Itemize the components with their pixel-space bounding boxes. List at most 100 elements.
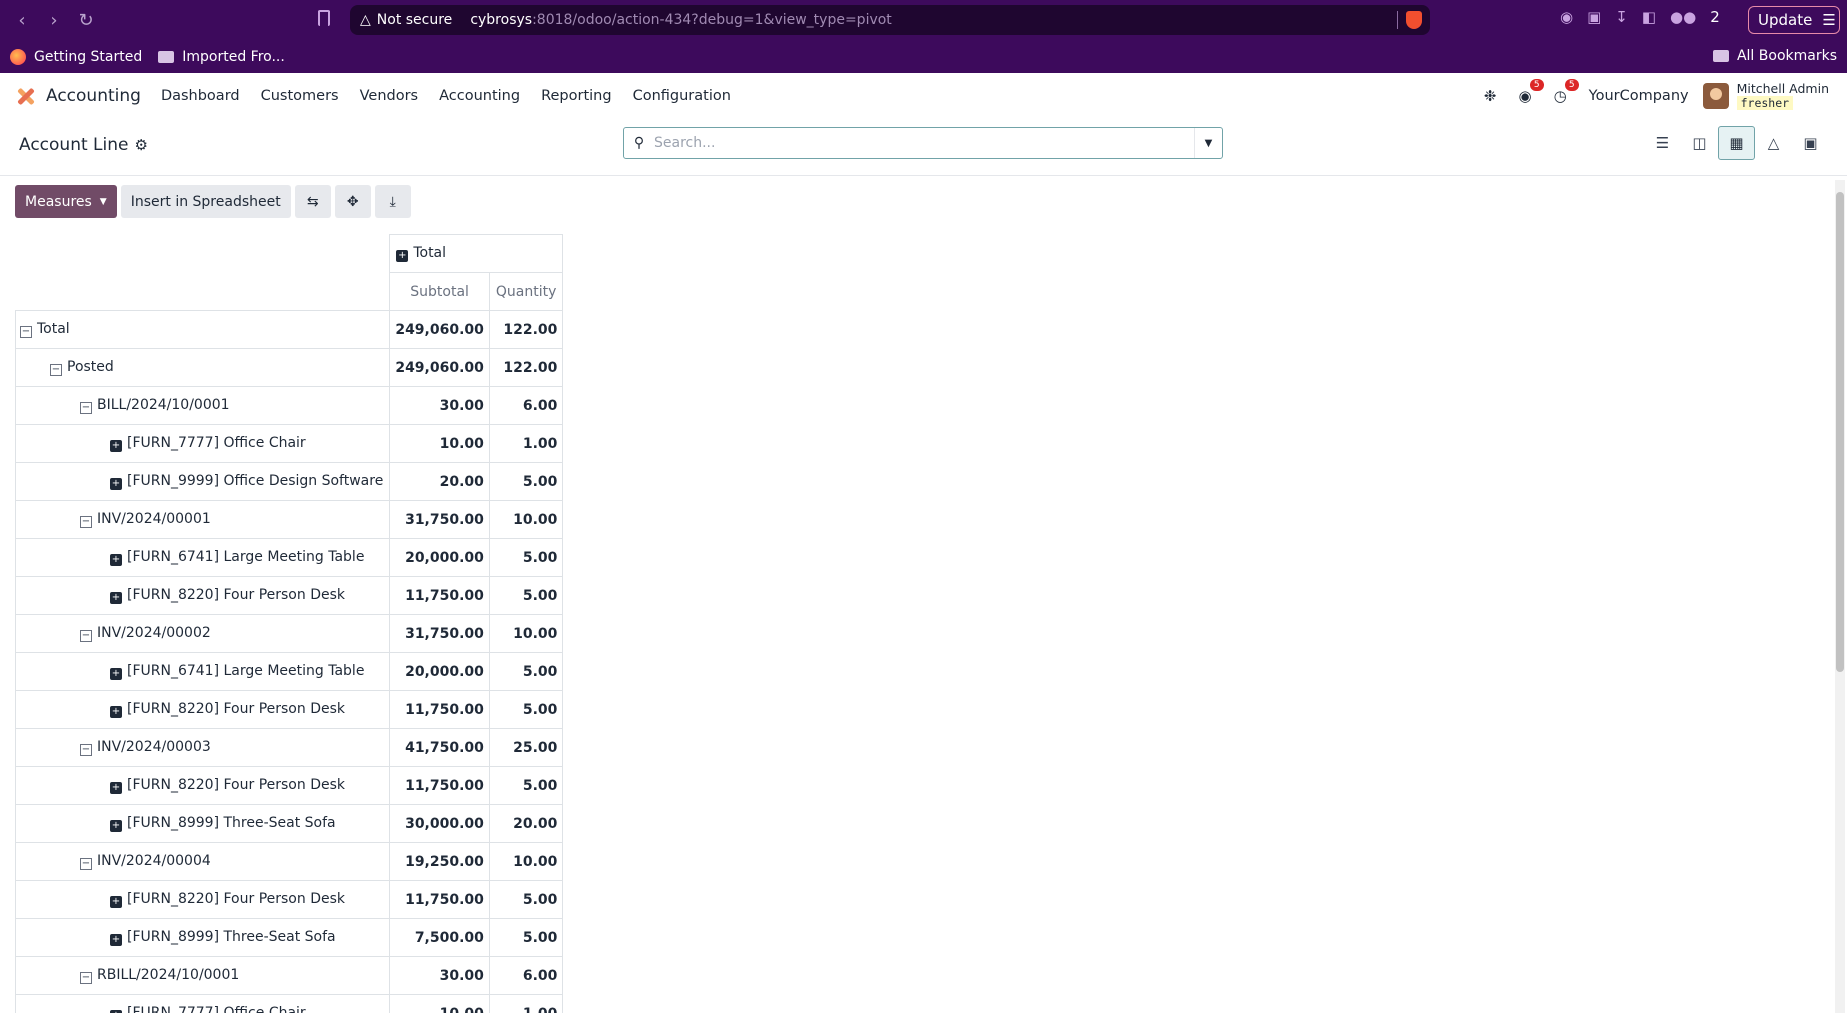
cell-quantity[interactable]: 1.00 [488,994,564,1013]
search-input[interactable] [654,129,1194,157]
accounting-app-icon[interactable] [14,85,36,107]
reload-icon[interactable]: ↻ [70,10,102,31]
all-bookmarks[interactable]: All Bookmarks [1712,48,1837,64]
cell-subtotal[interactable]: 31,750.00 [389,500,490,539]
cell-subtotal[interactable]: 20,000.00 [389,652,490,691]
menu-vendors[interactable]: Vendors [360,88,419,104]
cell-quantity[interactable]: 5.00 [488,690,564,729]
insert-spreadsheet-button[interactable]: Insert in Spreadsheet [120,185,291,218]
cell-quantity[interactable]: 20.00 [488,804,564,843]
menu-configuration[interactable]: Configuration [633,88,731,104]
cell-subtotal[interactable]: 20,000.00 [389,538,490,577]
app-name[interactable]: Accounting [46,86,141,106]
cell-subtotal[interactable]: 11,750.00 [389,690,490,729]
row-header[interactable]: + [FURN_8999] Three-Seat Sofa [15,918,391,957]
row-header[interactable]: − INV/2024/00004 [15,842,391,881]
cell-subtotal[interactable]: 41,750.00 [389,728,490,767]
debug-bug-icon[interactable]: ❉ [1484,87,1497,105]
menu-reporting[interactable]: Reporting [541,88,612,104]
cell-quantity[interactable]: 5.00 [488,538,564,577]
cell-subtotal[interactable]: 31,750.00 [389,614,490,653]
cell-quantity[interactable]: 5.00 [488,918,564,957]
cell-quantity[interactable]: 10.00 [488,842,564,881]
cell-subtotal[interactable]: 249,060.00 [389,310,490,349]
user-avatar[interactable] [1702,83,1729,109]
row-header[interactable]: − INV/2024/00002 [15,614,391,653]
cell-subtotal[interactable]: 10.00 [389,994,490,1013]
calendar-view-button[interactable]: ▣ [1792,126,1829,160]
cell-quantity[interactable]: 1.00 [488,424,564,463]
menu-accounting[interactable]: Accounting [439,88,520,104]
cell-subtotal[interactable]: 30,000.00 [389,804,490,843]
row-header[interactable]: +[FURN_7777] Office Chair [15,994,391,1013]
cell-subtotal[interactable]: 10.00 [389,424,490,463]
extension-icon[interactable]: ◉ [1560,8,1573,26]
measure-header-quantity[interactable]: Quantity [488,272,564,311]
menu-customers[interactable]: Customers [261,88,339,104]
row-header[interactable]: +[FURN_7777] Office Chair [15,424,391,463]
cell-quantity[interactable]: 5.00 [488,462,564,501]
cell-subtotal[interactable]: 20.00 [389,462,490,501]
cell-quantity[interactable]: 5.00 [488,766,564,805]
back-icon[interactable]: ‹ [6,10,38,31]
row-header[interactable]: − BILL/2024/10/0001 [15,386,391,425]
cell-quantity[interactable]: 6.00 [488,386,564,425]
download-icon[interactable]: ↧ [1615,8,1628,26]
row-header[interactable]: + [FURN_8220] Four Person Desk [15,766,391,805]
row-header[interactable]: + [FURN_6741] Large Meeting Table [15,538,391,577]
cell-quantity[interactable]: 5.00 [488,880,564,919]
update-button[interactable]: Update ☰ [1748,6,1840,34]
scrollbar-thumb[interactable] [1836,192,1844,672]
bookmark-icon[interactable] [318,10,330,26]
puzzle-icon[interactable]: ▣ [1587,8,1601,26]
profile-count[interactable]: 2 [1710,8,1720,26]
cell-quantity[interactable]: 5.00 [488,652,564,691]
cell-subtotal[interactable]: 249,060.00 [389,348,490,387]
cell-quantity[interactable]: 10.00 [488,500,564,539]
kanban-view-button[interactable]: ◫ [1681,126,1718,160]
cell-quantity[interactable]: 25.00 [488,728,564,767]
cell-quantity[interactable]: 122.00 [488,348,564,387]
url-bar[interactable]: △ Not secure cybrosys:8018/odoo/action-4… [350,5,1430,35]
glasses-icon[interactable]: ●● [1670,8,1696,26]
search-options-toggle[interactable]: ▼ [1194,128,1222,158]
cell-quantity[interactable]: 6.00 [488,956,564,995]
row-header[interactable]: + [FURN_8220] Four Person Desk [15,880,391,919]
expand-all-button[interactable]: ✥ [334,185,371,218]
measures-button[interactable]: Measures ▼ [15,185,117,218]
pivot-view-button[interactable]: ▦ [1718,126,1755,160]
sidebar-icon[interactable]: ◧ [1642,8,1656,26]
user-menu[interactable]: Mitchell Admin fresher [1736,82,1829,110]
flip-axis-button[interactable]: ⇆ [294,185,331,218]
cell-subtotal[interactable]: 11,750.00 [389,576,490,615]
col-header-total[interactable]: + Total [389,234,564,273]
gear-icon[interactable]: ⚙ [134,136,147,154]
menu-dashboard[interactable]: Dashboard [161,88,240,104]
row-header[interactable]: − INV/2024/00003 [15,728,391,767]
row-header[interactable]: + [FURN_6741] Large Meeting Table [15,652,391,691]
row-header[interactable]: − Posted [15,348,391,387]
cell-quantity[interactable]: 122.00 [488,310,564,349]
row-header[interactable]: + [FURN_8220] Four Person Desk [15,576,391,615]
measure-header-subtotal[interactable]: Subtotal [389,272,490,311]
row-header[interactable]: + [FURN_8999] Three-Seat Sofa [15,804,391,843]
cell-subtotal[interactable]: 30.00 [389,386,490,425]
cell-quantity[interactable]: 10.00 [488,614,564,653]
forward-icon[interactable]: › [38,10,70,31]
graph-view-button[interactable]: △ [1755,126,1792,160]
row-header[interactable]: + [FURN_9999] Office Design Software [15,462,391,501]
row-header[interactable]: − Total [15,310,391,349]
cell-quantity[interactable]: 5.00 [488,576,564,615]
cell-subtotal[interactable]: 11,750.00 [389,766,490,805]
scrollbar[interactable] [1835,180,1845,1013]
download-xlsx-button[interactable]: ⤓ [374,185,411,218]
row-header[interactable]: + [FURN_8220] Four Person Desk [15,690,391,729]
activities-icon[interactable]: ◷ 5 [1554,79,1579,105]
list-view-button[interactable]: ☰ [1644,126,1681,160]
cell-subtotal[interactable]: 11,750.00 [389,880,490,919]
messages-icon[interactable]: ◉ 5 [1518,79,1544,105]
bookmark-getting-started[interactable]: Getting Started [10,48,142,65]
row-header[interactable]: − INV/2024/00001 [15,500,391,539]
cell-subtotal[interactable]: 7,500.00 [389,918,490,957]
cell-subtotal[interactable]: 30.00 [389,956,490,995]
